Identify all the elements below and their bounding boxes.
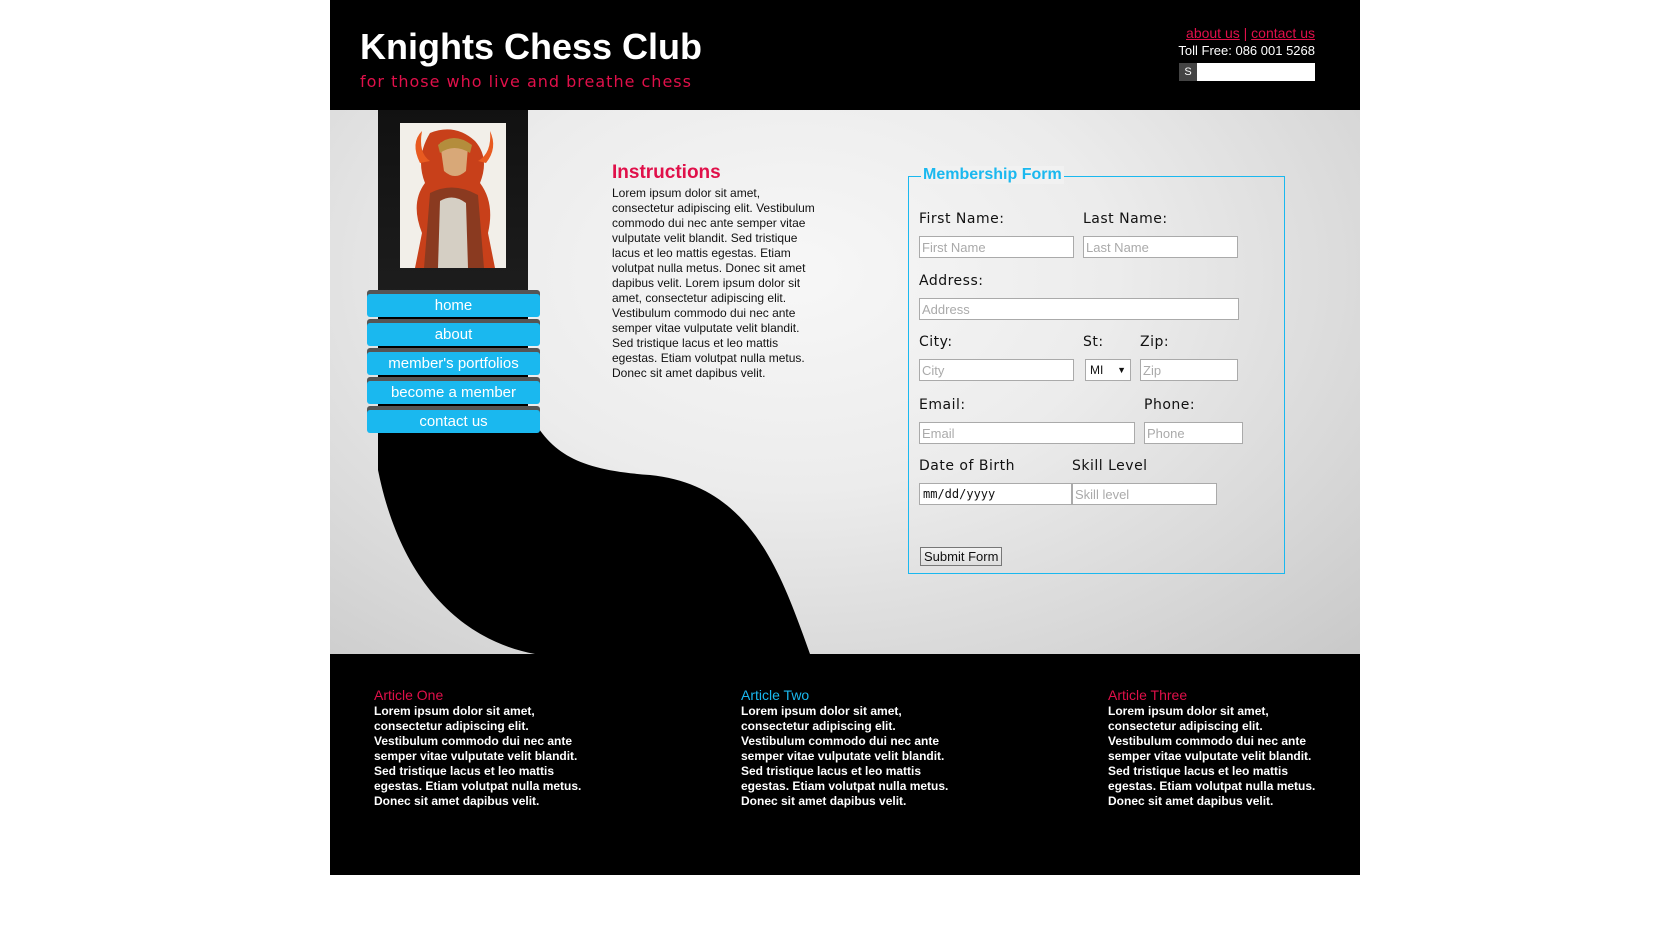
- nav-item-contact[interactable]: contact us: [367, 410, 540, 433]
- top-links: about us | contact us: [1186, 25, 1315, 41]
- search-input[interactable]: [1197, 63, 1315, 81]
- submit-form-button[interactable]: Submit Form: [920, 547, 1003, 566]
- about-us-link[interactable]: about us: [1186, 25, 1240, 41]
- article-title[interactable]: Article One: [374, 687, 584, 703]
- nav-item-become-member[interactable]: become a member: [367, 381, 540, 404]
- site-title: Knights Chess Club: [360, 26, 703, 67]
- article-text: Lorem ipsum dolor sit amet, consectetur …: [374, 704, 582, 808]
- instructions-heading: Instructions: [612, 162, 721, 183]
- last-name-label: Last Name:: [1083, 211, 1168, 227]
- email-input[interactable]: [919, 422, 1135, 444]
- first-name-input[interactable]: [919, 236, 1074, 258]
- toll-free-number: Toll Free: 086 001 5268: [1178, 43, 1315, 58]
- city-input[interactable]: [919, 359, 1074, 381]
- skill-level-input[interactable]: [1072, 483, 1217, 505]
- article-text: Lorem ipsum dolor sit amet, consectetur …: [1108, 704, 1316, 808]
- city-label: City:: [919, 334, 953, 350]
- portrait-frame: [378, 110, 528, 295]
- site-footer: Article One Lorem ipsum dolor sit amet, …: [330, 654, 1360, 875]
- first-name-label: First Name:: [919, 211, 1005, 227]
- nav-item-about[interactable]: about: [367, 323, 540, 346]
- state-select[interactable]: MI ▼: [1085, 359, 1131, 381]
- article-one: Article One Lorem ipsum dolor sit amet, …: [374, 687, 584, 809]
- search-button[interactable]: S: [1179, 63, 1197, 81]
- form-legend: Membership Form: [921, 166, 1064, 184]
- article-text: Lorem ipsum dolor sit amet, consectetur …: [741, 704, 949, 808]
- phone-label: Phone:: [1144, 397, 1196, 413]
- site-tagline: for those who live and breathe chess: [360, 72, 692, 91]
- membership-form: Membership Form First Name: Last Name: A…: [908, 166, 1285, 574]
- site-header: Knights Chess Club for those who live an…: [330, 0, 1360, 110]
- address-input[interactable]: [919, 298, 1239, 320]
- state-label: St:: [1083, 334, 1104, 350]
- zip-label: Zip:: [1140, 334, 1170, 350]
- main-nav: home about member's portfolios become a …: [367, 294, 540, 439]
- article-title[interactable]: Article Two: [741, 687, 951, 703]
- chevron-down-icon: ▼: [1117, 365, 1126, 375]
- state-select-value: MI: [1090, 363, 1104, 377]
- nav-item-home[interactable]: home: [367, 294, 540, 317]
- skill-level-label: Skill Level: [1072, 458, 1148, 474]
- article-two: Article Two Lorem ipsum dolor sit amet, …: [741, 687, 951, 809]
- zip-input[interactable]: [1140, 359, 1238, 381]
- nav-item-portfolios[interactable]: member's portfolios: [367, 352, 540, 375]
- instructions-text: Lorem ipsum dolor sit amet, consectetur …: [612, 186, 815, 380]
- page: Knights Chess Club for those who live an…: [330, 0, 1360, 875]
- dob-label: Date of Birth: [919, 458, 1015, 474]
- link-separator: |: [1243, 25, 1248, 41]
- address-label: Address:: [919, 273, 984, 289]
- search-box: S: [1179, 63, 1315, 81]
- email-label: Email:: [919, 397, 966, 413]
- main-content: home about member's portfolios become a …: [330, 110, 1360, 654]
- article-title[interactable]: Article Three: [1108, 687, 1318, 703]
- article-three: Article Three Lorem ipsum dolor sit amet…: [1108, 687, 1318, 809]
- phone-input[interactable]: [1144, 422, 1243, 444]
- last-name-input[interactable]: [1083, 236, 1238, 258]
- dob-input[interactable]: mm/dd/yyyy: [919, 483, 1072, 505]
- knight-portrait-image: [400, 123, 506, 268]
- contact-us-link[interactable]: contact us: [1251, 25, 1315, 41]
